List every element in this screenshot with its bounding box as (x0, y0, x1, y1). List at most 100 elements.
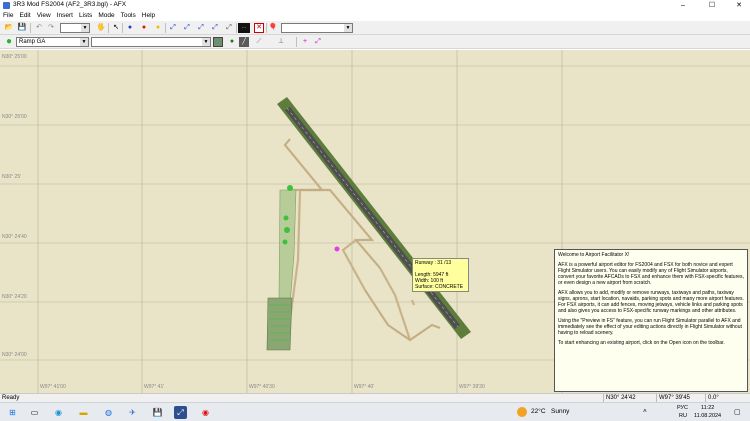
connect-icon[interactable]: ⤢ (313, 37, 323, 47)
toolbar-divider (236, 23, 237, 33)
app-icon (3, 2, 10, 9)
toolbar-divider (108, 23, 109, 33)
flight-sim-icon[interactable]: ✈ (126, 406, 139, 419)
close-button[interactable]: ✕ (728, 0, 750, 11)
attribute-combo[interactable]: ▼ (91, 37, 211, 47)
taskbar: ⊞ ▭ ◉ ▬ ◍ ✈ 💾 ⤢ ◉ 22°C Sunny ˄ РУС RU 11… (0, 402, 750, 421)
runway-tooltip: Runway : 31 /13 Length: 5947 ft Width: 1… (412, 258, 469, 292)
menu-bar: File Edit View Insert Lists Mode Tools Help (0, 11, 750, 21)
minimize-button[interactable]: – (672, 0, 694, 11)
menu-lists[interactable]: Lists (76, 11, 95, 21)
light-icon[interactable]: ⊥ (276, 37, 286, 47)
status-latitude: N30° 24'42 (603, 394, 655, 402)
toolbar-divider (165, 23, 166, 33)
browser-icon[interactable]: ◍ (102, 406, 115, 419)
object-combo[interactable]: ▼ (281, 23, 353, 33)
undo-icon[interactable]: ↶ (34, 23, 44, 33)
pointer-icon[interactable]: ↖ (111, 23, 121, 33)
path-tool-icon[interactable]: ⤢ (224, 23, 234, 33)
hatch-icon[interactable]: ╱ (239, 37, 249, 47)
menu-tools[interactable]: Tools (118, 11, 139, 21)
toolbar-divider (122, 23, 123, 33)
save-app-icon[interactable]: 💾 (151, 406, 164, 419)
apron-icon[interactable] (213, 37, 223, 47)
menu-help[interactable]: Help (139, 11, 158, 21)
weather-temp[interactable]: 22°C (531, 408, 546, 415)
status-bar: Ready N30° 24'42 W97° 39'45 0.0° (0, 393, 750, 402)
save-icon[interactable]: 💾 (17, 23, 27, 33)
tooltip-runway: Runway : 31 /13 (415, 260, 452, 266)
welcome-paragraph: Using the "Preview in FS" feature, you c… (558, 318, 742, 336)
edge-icon[interactable]: ◉ (52, 406, 65, 419)
clock-time[interactable]: 11:22 (701, 405, 714, 411)
welcome-paragraph: To start enhancing an existing airport, … (558, 340, 725, 346)
toolbar-divider (296, 37, 297, 47)
language-bottom[interactable]: RU (679, 413, 687, 419)
add-point-icon[interactable]: + (300, 37, 310, 47)
fence-icon[interactable]: ⟋ (254, 37, 264, 47)
pan-icon[interactable]: 🖐 (96, 23, 106, 33)
latitude-label: N30° 25' (2, 174, 22, 180)
maximize-button[interactable]: ☐ (701, 0, 723, 11)
menu-view[interactable]: View (34, 11, 54, 21)
weather-text[interactable]: Sunny (551, 408, 569, 415)
yellow-point-icon[interactable]: ● (153, 23, 163, 33)
layer-status-icon: ● (5, 36, 13, 47)
menu-mode[interactable]: Mode (95, 11, 117, 21)
window-title: 3R3 Mod FS2004 (AF2_3R3.bgl) - AFX (13, 1, 127, 8)
latitude-label: N30° 24'00 (2, 352, 27, 358)
language-top[interactable]: РУС (677, 405, 688, 411)
parking-path-icon[interactable]: ⤢ (210, 23, 220, 33)
vehicle-path-icon[interactable]: ⤢ (196, 23, 206, 33)
status-angle: 0.0° (705, 394, 750, 402)
latitude-label: N30° 24'20 (2, 294, 27, 300)
longitude-label: W97° 39'30 (459, 384, 485, 390)
layer-combo[interactable]: Ramp GA ▼ (16, 37, 89, 47)
welcome-paragraph: AFX is a powerful airport editor for FS2… (558, 262, 744, 286)
longitude-label: W97° 41' (144, 384, 165, 390)
latitude-label: N30° 25'00 (2, 54, 27, 60)
welcome-panel: Welcome to Airport Facilitator X! AFX is… (554, 249, 748, 392)
red-point-icon[interactable]: ● (139, 23, 149, 33)
windsock-icon[interactable]: 🎈 (268, 23, 278, 33)
start-icon[interactable]: ⊞ (6, 406, 19, 419)
file-explorer-icon[interactable]: ▬ (77, 406, 90, 419)
ramp-ga-parking[interactable] (266, 185, 340, 351)
sun-icon (517, 407, 527, 417)
afx-app-icon[interactable]: ⤢ (174, 406, 187, 419)
menu-file[interactable]: File (0, 11, 16, 21)
latitude-label: N30° 25'00 (2, 114, 27, 120)
latitude-label: N30° 24'40 (2, 234, 27, 240)
redo-icon[interactable]: ↷ (46, 23, 56, 33)
open-icon[interactable]: 📂 (4, 23, 14, 33)
longitude-label: W97° 40'30 (249, 384, 275, 390)
taxi-path-icon[interactable]: ⤢ (168, 23, 178, 33)
tray-chevron-icon[interactable]: ˄ (643, 408, 647, 415)
zoom-combo[interactable]: ▼ (60, 23, 90, 33)
blue-point-icon[interactable]: ● (125, 23, 135, 33)
taxiway-network[interactable] (283, 138, 441, 342)
title-bar: 3R3 Mod FS2004 (AF2_3R3.bgl) - AFX – ☐ ✕ (0, 0, 750, 11)
menu-edit[interactable]: Edit (16, 11, 33, 21)
secondary-toolbar: ● Ramp GA ▼ ▼ ● ╱ ⟋ ⊥ + ⤢ (0, 35, 750, 49)
longitude-label: W97° 41'00 (40, 384, 66, 390)
longitude-label: W97° 40' (354, 384, 375, 390)
status-longitude: W97° 39'45 (656, 394, 704, 402)
sign-icon[interactable]: ⋯ (238, 23, 250, 33)
runway-path-icon[interactable]: ⤢ (182, 23, 192, 33)
tooltip-surface: Surface: CONCRETE (415, 284, 464, 290)
node-icon[interactable]: ● (227, 37, 237, 47)
layer-value: Ramp GA (19, 39, 46, 45)
map-view[interactable]: N30° 25'00 N30° 25'00 N30° 25' N30° 24'4… (0, 50, 750, 393)
delete-icon[interactable]: ✕ (254, 23, 264, 33)
status-text: Ready (2, 395, 20, 401)
welcome-title: Welcome to Airport Facilitator X! (558, 252, 630, 258)
menu-insert[interactable]: Insert (54, 11, 76, 21)
toolbar-divider (30, 23, 31, 33)
task-view-icon[interactable]: ▭ (28, 406, 41, 419)
clock-date[interactable]: 11.08.2024 (694, 413, 721, 419)
notification-icon[interactable]: ▢ (734, 408, 741, 416)
toolbar-divider (266, 23, 267, 33)
main-toolbar: 📂 💾 ↶ ↷ ▼ 🖐 ↖ ● ● ● ⤢ ⤢ ⤢ ⤢ ⤢ ⋯ ✕ 🎈 ▼ (0, 21, 750, 35)
record-app-icon[interactable]: ◉ (199, 406, 212, 419)
